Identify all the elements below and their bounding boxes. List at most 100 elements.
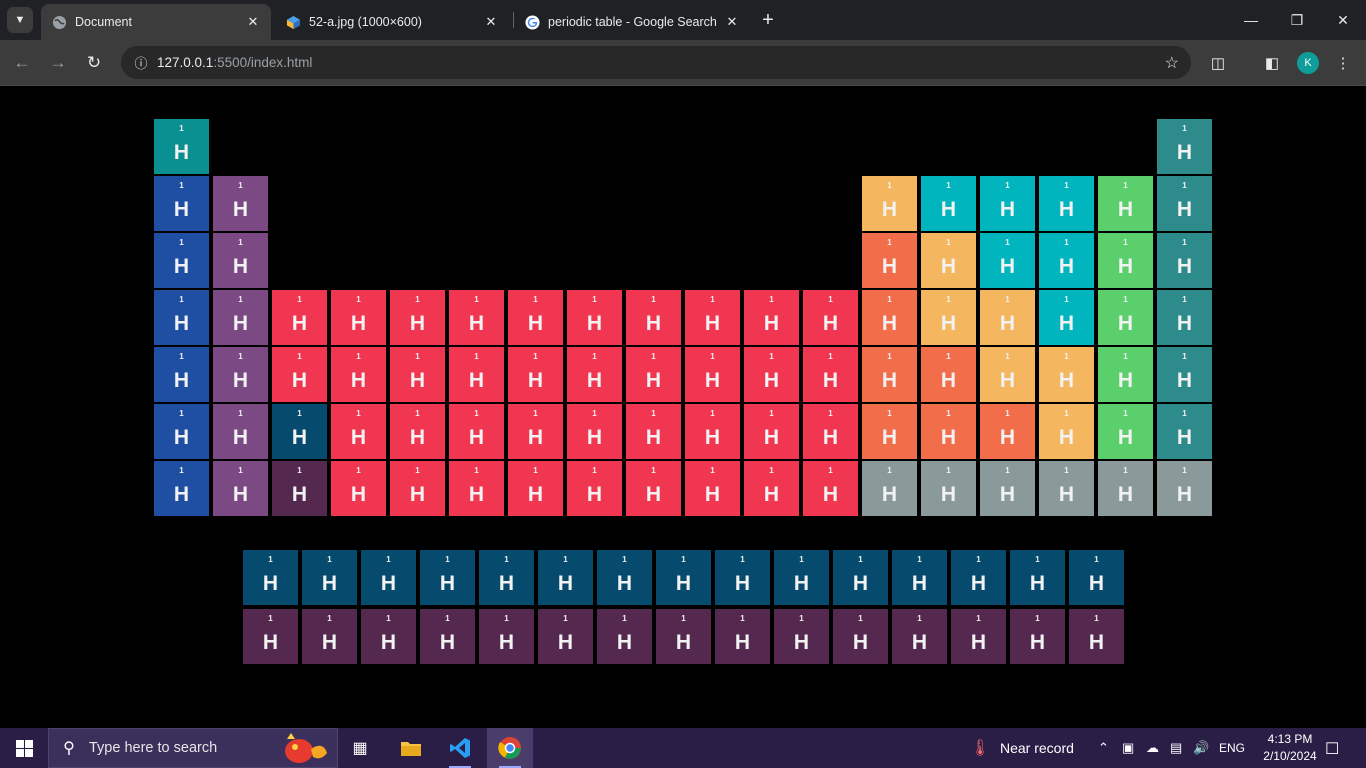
profile-avatar[interactable]: K [1297, 52, 1319, 74]
element-symbol: H [822, 369, 839, 392]
menu-kebab-icon[interactable]: ⋮ [1332, 52, 1354, 74]
lanthanide-cell: 1H [538, 550, 593, 605]
element-cell: 1H [980, 290, 1035, 345]
element-symbol: H [586, 426, 603, 449]
element-number: 1 [651, 295, 656, 304]
tab-document[interactable]: Document ✕ [41, 4, 271, 40]
element-cell: 1H [213, 347, 268, 402]
element-number: 1 [474, 295, 479, 304]
new-tab-button[interactable]: + [757, 9, 779, 31]
element-cell: 1H [272, 290, 327, 345]
chevron-up-icon[interactable]: ⌃ [1098, 740, 1109, 756]
vscode-button[interactable] [437, 728, 483, 768]
minimize-button[interactable]: — [1228, 0, 1274, 40]
notifications-icon[interactable]: ☐ [1325, 739, 1339, 759]
volume-icon[interactable]: 🔊 [1193, 740, 1209, 756]
element-cell: 1H [154, 119, 209, 174]
element-cell: 1H [390, 404, 445, 459]
element-number: 1 [1064, 295, 1069, 304]
element-symbol: H [468, 312, 485, 335]
thermometer-icon: 🌡 [970, 740, 991, 757]
browser-toolbar: ← → ↻ ⓘ 127.0.0.1:5500/index.html ☆ ◫ ◧ … [0, 40, 1366, 86]
element-symbol: H [232, 426, 249, 449]
back-button[interactable]: ← [9, 50, 35, 76]
element-cell: 1H [390, 290, 445, 345]
close-icon: ✕ [1337, 11, 1349, 28]
element-number: 1 [651, 409, 656, 418]
element-symbol: H [468, 369, 485, 392]
extensions-icon[interactable]: ◫ [1207, 52, 1229, 74]
element-symbol: H [881, 483, 898, 506]
restore-button[interactable]: ❐ [1274, 0, 1320, 40]
taskbar-search[interactable]: ⚲ Type here to search [48, 728, 338, 768]
element-number: 1 [828, 466, 833, 475]
start-button[interactable] [0, 728, 48, 768]
element-number: 1 [651, 466, 656, 475]
task-view-button[interactable]: ▦ [337, 728, 383, 768]
element-symbol: H [380, 572, 397, 595]
dragon-mascot-icon [285, 733, 327, 763]
meet-now-icon[interactable]: ▣ [1122, 740, 1134, 756]
element-number: 1 [504, 614, 509, 623]
vscode-icon [450, 738, 470, 758]
element-cell: 1H [508, 290, 563, 345]
element-cell: 1H [980, 176, 1035, 231]
tab-search-button[interactable]: ▼ [7, 7, 33, 33]
element-cell: 1H [154, 347, 209, 402]
close-window-button[interactable]: ✕ [1320, 0, 1366, 40]
element-number: 1 [887, 466, 892, 475]
element-cell: 1H [744, 461, 799, 516]
element-number: 1 [179, 352, 184, 361]
element-cell: 1H [803, 347, 858, 402]
language-indicator[interactable]: ENG [1219, 741, 1245, 755]
element-number: 1 [474, 466, 479, 475]
clock-time[interactable]: 4:13 PM [1260, 732, 1320, 746]
clock-date[interactable]: 2/10/2024 [1256, 749, 1324, 763]
onedrive-icon[interactable]: ☁ [1146, 740, 1159, 756]
element-cell: 1H [744, 404, 799, 459]
element-cell: 1H [1098, 461, 1153, 516]
element-cell: 1H [449, 461, 504, 516]
chrome-button[interactable] [487, 728, 533, 768]
element-symbol: H [173, 426, 190, 449]
element-number: 1 [622, 555, 627, 564]
element-number: 1 [533, 466, 538, 475]
element-symbol: H [822, 312, 839, 335]
arrow-left-icon: ← [13, 53, 31, 72]
tab-google-search[interactable]: periodic table - Google Search ✕ [514, 4, 750, 40]
bookmark-star-icon[interactable]: ☆ [1165, 53, 1179, 73]
lanthanide-cell: 1H [774, 550, 829, 605]
element-number: 1 [179, 181, 184, 190]
element-cell: 1H [921, 290, 976, 345]
reload-button[interactable]: ↻ [81, 50, 107, 76]
element-symbol: H [350, 369, 367, 392]
element-number: 1 [1005, 409, 1010, 418]
element-symbol: H [852, 631, 869, 654]
weather-text[interactable]: Near record [1000, 740, 1074, 756]
forward-button[interactable]: → [45, 50, 71, 76]
element-symbol: H [645, 426, 662, 449]
element-symbol: H [291, 483, 308, 506]
element-symbol: H [173, 483, 190, 506]
element-symbol: H [262, 572, 279, 595]
close-icon[interactable]: ✕ [722, 12, 742, 32]
address-bar[interactable]: ⓘ 127.0.0.1:5500/index.html ☆ [121, 46, 1191, 79]
element-symbol: H [232, 312, 249, 335]
element-number: 1 [1182, 352, 1187, 361]
tab-image[interactable]: 52-a.jpg (1000×600) ✕ [275, 4, 509, 40]
side-panel-icon[interactable]: ◧ [1261, 52, 1283, 74]
element-number: 1 [858, 614, 863, 623]
site-info-icon[interactable]: ⓘ [125, 53, 157, 72]
element-number: 1 [179, 295, 184, 304]
file-explorer-button[interactable] [388, 728, 434, 768]
close-icon[interactable]: ✕ [481, 12, 501, 32]
network-icon[interactable]: ▤ [1170, 740, 1182, 756]
element-cell: 1H [272, 404, 327, 459]
element-symbol: H [291, 369, 308, 392]
close-icon[interactable]: ✕ [243, 12, 263, 32]
element-cell: 1H [449, 290, 504, 345]
element-symbol: H [1058, 312, 1075, 335]
element-cell: 1H [213, 233, 268, 288]
element-symbol: H [999, 198, 1016, 221]
element-number: 1 [474, 409, 479, 418]
